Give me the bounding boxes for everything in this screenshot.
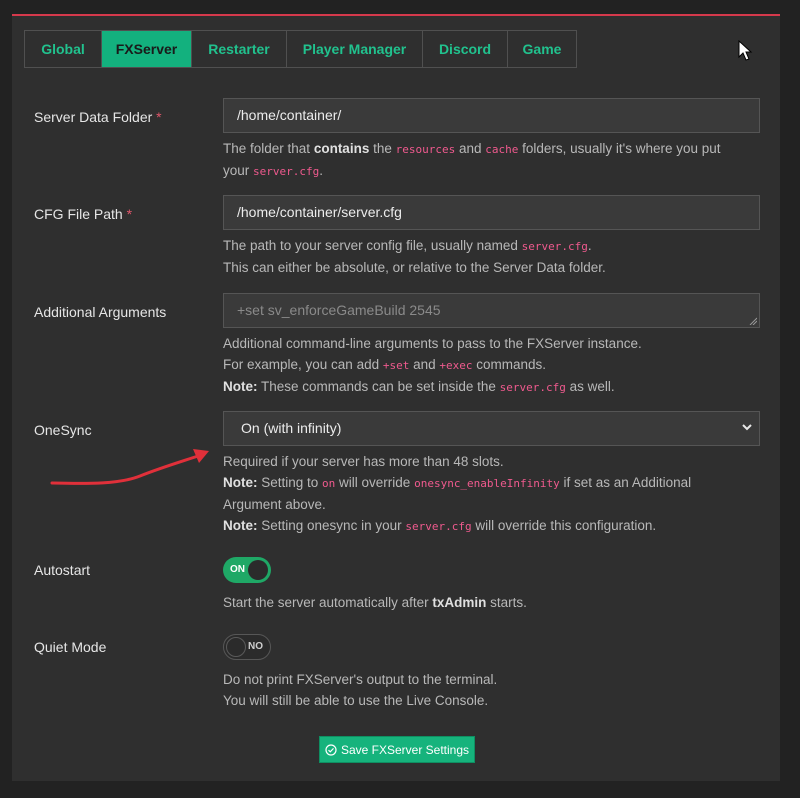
tab-discord[interactable]: Discord	[423, 31, 508, 67]
quiet-mode-toggle[interactable]: NO	[223, 634, 271, 660]
onesync-select[interactable]: On (with infinity)	[223, 411, 760, 446]
server-data-folder-help: The folder that contains the resources a…	[223, 141, 721, 178]
settings-tabs: Global FXServer Restarter Player Manager…	[24, 30, 577, 68]
tab-restarter[interactable]: Restarter	[192, 31, 287, 67]
additional-arguments-textarea[interactable]: +set sv_enforceGameBuild 2545	[223, 293, 760, 328]
autostart-help: Start the server automatically after txA…	[223, 595, 527, 610]
save-fxserver-settings-button[interactable]: Save FXServer Settings	[319, 736, 475, 763]
tab-player-manager[interactable]: Player Manager	[287, 31, 423, 67]
tab-fxserver[interactable]: FXServer	[102, 31, 192, 67]
settings-card: Global FXServer Restarter Player Manager…	[12, 14, 780, 781]
cfg-file-path-label: CFG File Path *	[34, 206, 133, 222]
onesync-help: Required if your server has more than 48…	[223, 454, 692, 533]
autostart-label: Autostart	[34, 562, 91, 578]
additional-arguments-label: Additional Arguments	[34, 304, 167, 320]
quiet-mode-label: Quiet Mode	[34, 639, 107, 655]
additional-arguments-help: Additional command-line arguments to pas…	[223, 336, 642, 394]
server-data-folder-input[interactable]: /home/container/	[223, 98, 760, 133]
quiet-mode-help: Do not print FXServer's output to the te…	[223, 672, 498, 708]
required-mark: *	[156, 109, 162, 125]
mouse-cursor-icon	[738, 40, 753, 61]
chevron-down-icon	[742, 424, 752, 431]
resize-grip-icon[interactable]	[749, 317, 757, 325]
onesync-label: OneSync	[34, 422, 92, 438]
cfg-file-path-help: The path to your server config file, usu…	[223, 238, 606, 275]
tab-global[interactable]: Global	[25, 31, 102, 67]
toggle-state-label: NO	[248, 641, 263, 652]
server-data-folder-label: Server Data Folder *	[34, 109, 162, 125]
required-mark: *	[126, 206, 133, 222]
autostart-toggle[interactable]: ON	[223, 557, 271, 583]
toggle-knob	[226, 637, 246, 657]
toggle-state-label: ON	[230, 564, 245, 575]
tab-game[interactable]: Game	[508, 31, 576, 67]
cfg-file-path-input[interactable]: /home/container/server.cfg	[223, 195, 760, 230]
toggle-knob	[248, 560, 268, 580]
check-circle-icon	[325, 743, 337, 756]
